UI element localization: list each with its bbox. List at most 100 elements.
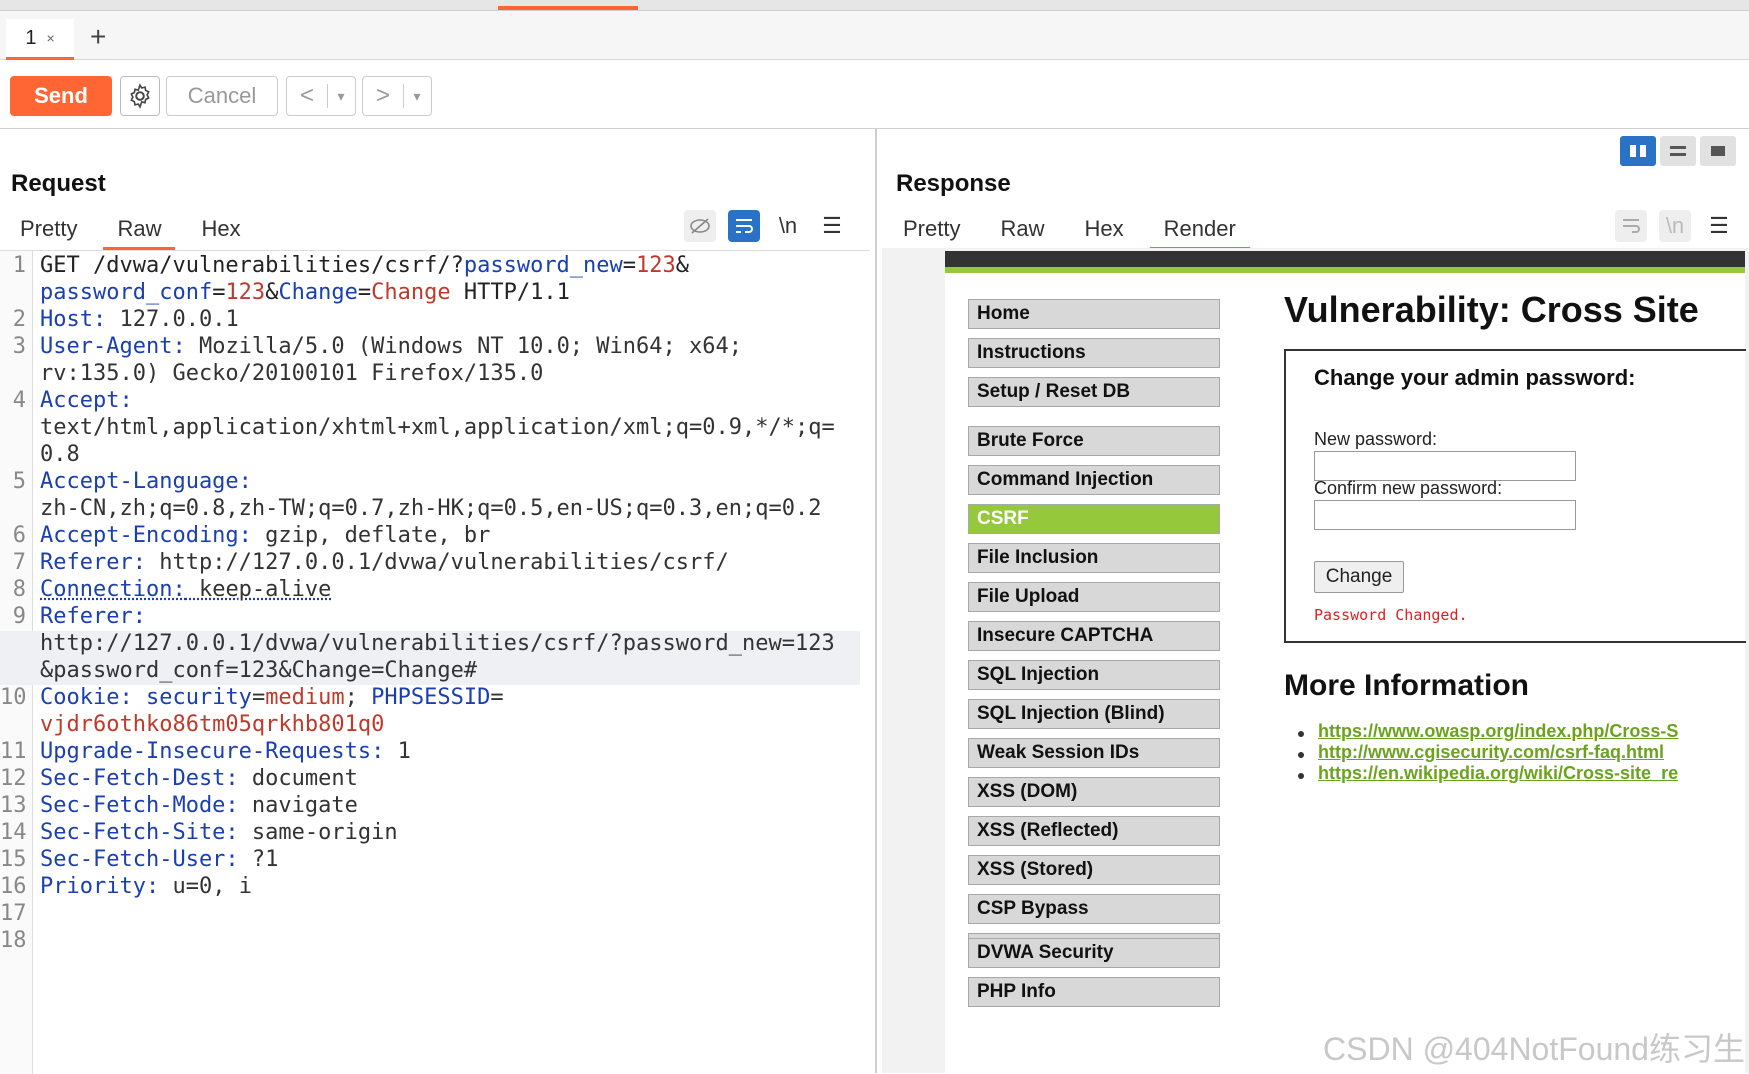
tab-request-pretty[interactable]: Pretty: [0, 210, 97, 246]
code-line[interactable]: 8 Connection: keep-alive: [0, 577, 860, 604]
menu-item-instructions[interactable]: Instructions: [968, 338, 1220, 368]
add-tab-button[interactable]: +: [90, 23, 106, 51]
line-number: 4: [12, 388, 26, 413]
code-line[interactable]: text/html,application/xhtml+xml,applicat…: [0, 415, 860, 442]
tab-response-hex[interactable]: Hex: [1064, 210, 1143, 246]
code-text: Sec-Fetch-User: ?1: [40, 847, 279, 872]
menu-icon[interactable]: ☰: [1703, 210, 1735, 242]
new-password-field[interactable]: [1314, 451, 1576, 481]
code-text: Cookie: security=medium; PHPSESSID=: [40, 685, 504, 710]
code-text: rv:135.0) Gecko/20100101 Firefox/135.0: [40, 361, 544, 386]
tab-request-raw[interactable]: Raw: [97, 210, 181, 250]
chevron-down-icon[interactable]: ▾: [403, 84, 430, 108]
code-line[interactable]: 7 Referer: http://127.0.0.1/dvwa/vulnerab…: [0, 550, 860, 577]
change-button[interactable]: Change: [1314, 561, 1404, 593]
request-editor[interactable]: 1 GET /dvwa/vulnerabilities/csrf/?passwor…: [0, 250, 870, 1074]
code-line[interactable]: 16 Priority: u=0, i: [0, 874, 860, 901]
split-vertical-button[interactable]: [1660, 136, 1696, 166]
code-line[interactable]: 13 Sec-Fetch-Mode: navigate: [0, 793, 860, 820]
menu-item-home[interactable]: Home: [968, 299, 1220, 329]
single-pane-icon: [1711, 146, 1725, 156]
tab-response-raw[interactable]: Raw: [980, 210, 1064, 246]
code-line[interactable]: 5 Accept-Language:: [0, 469, 860, 496]
hide-nonprinting-button[interactable]: [684, 210, 716, 242]
line-number: 15: [0, 847, 27, 872]
settings-button[interactable]: [120, 76, 160, 116]
menu-icon[interactable]: ☰: [816, 210, 848, 242]
line-number: 3: [12, 334, 26, 359]
menu-item-sql-injection[interactable]: SQL Injection: [968, 660, 1220, 690]
menu-item-xss-reflected[interactable]: XSS (Reflected): [968, 816, 1220, 846]
code-line[interactable]: password_conf=123&Change=Change HTTP/1.1: [0, 280, 860, 307]
link-owasp[interactable]: https://www.owasp.org/index.php/Cross-S: [1318, 721, 1678, 742]
code-line[interactable]: 10 Cookie: security=medium; PHPSESSID=: [0, 685, 860, 712]
dvwa-page: Home Instructions Setup / Reset DB Brute Fo…: [945, 251, 1746, 1073]
menu-item-brute-force[interactable]: Brute Force: [968, 426, 1220, 456]
menu-item-xss-stored[interactable]: XSS (Stored): [968, 855, 1220, 885]
tab-request-hex[interactable]: Hex: [181, 210, 260, 246]
tab-response-render[interactable]: Render: [1144, 210, 1256, 250]
code-text: Host: 127.0.0.1: [40, 307, 239, 332]
menu-item-command-injection[interactable]: Command Injection: [968, 465, 1220, 495]
menu-item-dvwa-security[interactable]: DVWA Security: [968, 938, 1220, 968]
confirm-password-field[interactable]: [1314, 500, 1576, 530]
chevron-right-icon: >: [375, 82, 390, 109]
code-line[interactable]: 14 Sec-Fetch-Site: same-origin: [0, 820, 860, 847]
code-line[interactable]: 12 Sec-Fetch-Dest: document: [0, 766, 860, 793]
close-icon[interactable]: ×: [46, 30, 54, 46]
confirm-password-label: Confirm new password:: [1314, 478, 1503, 498]
link-cgisecurity[interactable]: http://www.cgisecurity.com/csrf-faq.html: [1318, 742, 1664, 763]
line-number: 5: [12, 469, 26, 494]
line-number: 16: [0, 874, 27, 899]
line-number: 2: [12, 307, 26, 332]
form-heading: Change your admin password:: [1314, 365, 1636, 390]
code-text: vjdr6othko86tm05qrkhb801q0: [40, 712, 385, 737]
code-line[interactable]: 4 Accept:: [0, 388, 860, 415]
menu-item-file-inclusion[interactable]: File Inclusion: [968, 543, 1220, 573]
menu-item-sql-injection-blind[interactable]: SQL Injection (Blind): [968, 699, 1220, 729]
code-line[interactable]: 18: [0, 928, 860, 955]
line-number: 13: [0, 793, 27, 818]
menu-item-xss-dom[interactable]: XSS (DOM): [968, 777, 1220, 807]
word-wrap-button[interactable]: [728, 210, 760, 242]
menu-item-setup-reset-db[interactable]: Setup / Reset DB: [968, 377, 1220, 407]
newline-toggle-button[interactable]: \n: [772, 210, 804, 242]
code-line[interactable]: 6 Accept-Encoding: gzip, deflate, br: [0, 523, 860, 550]
code-line[interactable]: 0.8: [0, 442, 860, 469]
tab-response-pretty[interactable]: Pretty: [883, 210, 980, 246]
chevron-down-icon[interactable]: ▾: [327, 84, 354, 108]
repeater-tab-1[interactable]: 1 ×: [6, 19, 74, 60]
code-line[interactable]: &password_conf=123&Change=Change#: [0, 658, 860, 685]
menu-item-file-upload[interactable]: File Upload: [968, 582, 1220, 612]
code-line[interactable]: http://127.0.0.1/dvwa/vulnerabilities/cs…: [0, 631, 860, 658]
forward-button[interactable]: > ▾: [362, 76, 432, 116]
code-text: Referer:: [40, 604, 146, 629]
menu-item-weak-session-ids[interactable]: Weak Session IDs: [968, 738, 1220, 768]
new-password-label: New password:: [1314, 429, 1438, 449]
code-text: Accept-Encoding: gzip, deflate, br: [40, 523, 491, 548]
menu-item-insecure-captcha[interactable]: Insecure CAPTCHA: [968, 621, 1220, 651]
link-wikipedia[interactable]: https://en.wikipedia.org/wiki/Cross-site…: [1318, 763, 1678, 784]
code-line[interactable]: 11 Upgrade-Insecure-Requests: 1: [0, 739, 860, 766]
split-horizontal-button[interactable]: [1620, 136, 1656, 166]
code-line[interactable]: vjdr6othko86tm05qrkhb801q0: [0, 712, 860, 739]
menu-item-csrf[interactable]: CSRF: [968, 504, 1220, 534]
pane-divider[interactable]: [875, 129, 877, 1073]
back-button[interactable]: < ▾: [286, 76, 356, 116]
code-line[interactable]: 2 Host: 127.0.0.1: [0, 307, 860, 334]
code-line[interactable]: 15 Sec-Fetch-User: ?1: [0, 847, 860, 874]
menu-item-csp-bypass[interactable]: CSP Bypass: [968, 894, 1220, 924]
tabs-layout-button[interactable]: [1700, 136, 1736, 166]
code-line[interactable]: zh-CN,zh;q=0.8,zh-TW;q=0.7,zh-HK;q=0.5,e…: [0, 496, 860, 523]
word-wrap-button[interactable]: [1615, 210, 1647, 242]
code-line[interactable]: 17: [0, 901, 860, 928]
request-toolbar: Send Cancel < ▾ > ▾: [0, 60, 1749, 129]
menu-item-php-info[interactable]: PHP Info: [968, 977, 1220, 1007]
newline-toggle-button[interactable]: \n: [1659, 210, 1691, 242]
code-line[interactable]: 9 Referer:: [0, 604, 860, 631]
cancel-button[interactable]: Cancel: [166, 76, 278, 116]
send-button[interactable]: Send: [10, 76, 112, 116]
code-line[interactable]: 1 GET /dvwa/vulnerabilities/csrf/?passwor…: [0, 253, 860, 280]
code-line[interactable]: rv:135.0) Gecko/20100101 Firefox/135.0: [0, 361, 860, 388]
code-line[interactable]: 3 User-Agent: Mozilla/5.0 (Windows NT 10.…: [0, 334, 860, 361]
